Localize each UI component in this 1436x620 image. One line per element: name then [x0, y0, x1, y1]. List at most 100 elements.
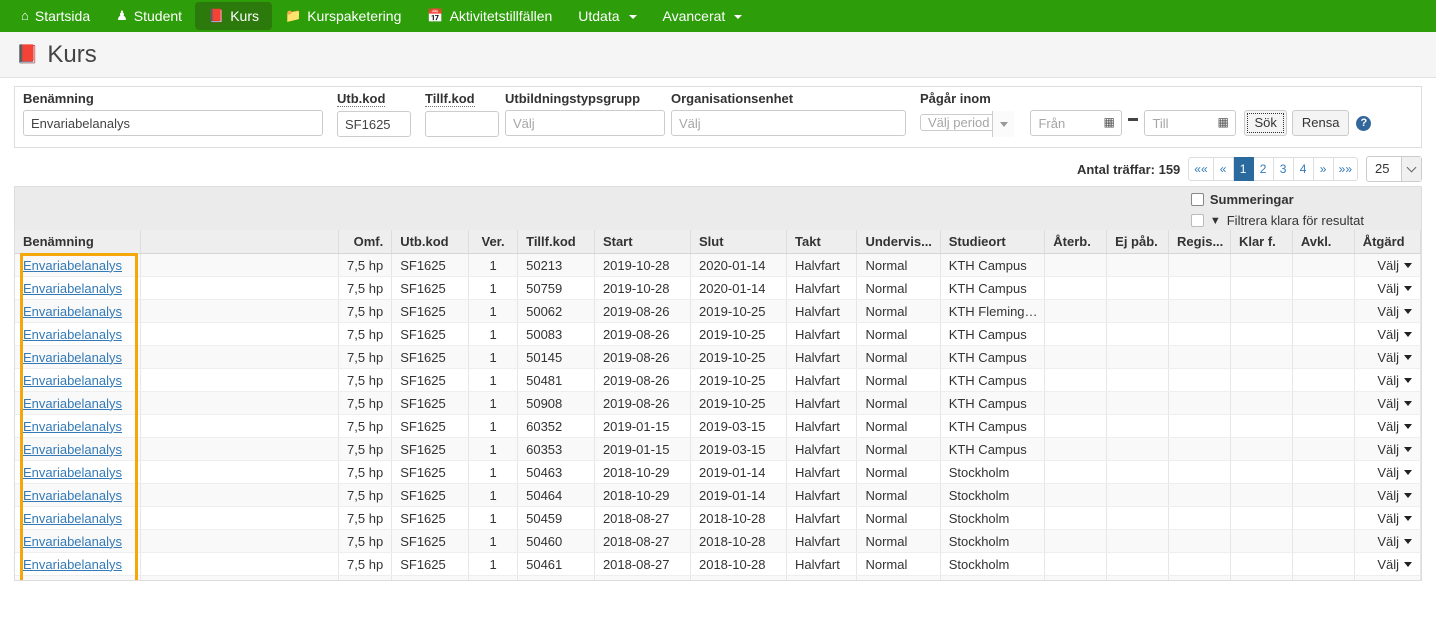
column-header-aterb[interactable]: Återb. [1045, 230, 1107, 254]
cell-atgard[interactable]: Välj [1354, 415, 1420, 438]
date-from-field[interactable]: ▦ [1030, 110, 1122, 136]
course-link[interactable]: Envariabelanalys [23, 373, 122, 388]
cell-atgard[interactable]: Välj [1354, 277, 1420, 300]
period-select[interactable]: Välj period [920, 111, 1014, 135]
nav-item-avancerat[interactable]: Avancerat [650, 0, 756, 32]
utbildningstypsgrupp-input[interactable] [505, 110, 665, 136]
page-button-2[interactable]: 2 [1254, 157, 1274, 181]
table-row[interactable]: Envariabelanalys7,5 hpSF16251509082019-0… [15, 392, 1421, 415]
column-header-avkl[interactable]: Avkl. [1292, 230, 1354, 254]
table-row[interactable]: Envariabelanalys7,5 hpSF16251504622018-0… [15, 576, 1421, 582]
summeringar-checkbox[interactable] [1191, 193, 1204, 206]
filtrera-checkbox[interactable] [1191, 214, 1204, 227]
page-button-1[interactable]: 1 [1234, 157, 1254, 181]
table-row[interactable]: Envariabelanalys7,5 hpSF16251504602018-0… [15, 530, 1421, 553]
table-row[interactable]: Envariabelanalys7,5 hpSF16251501452019-0… [15, 346, 1421, 369]
course-link[interactable]: Envariabelanalys [23, 396, 122, 411]
table-row[interactable]: Envariabelanalys7,5 hpSF16251504642018-1… [15, 484, 1421, 507]
column-header-atgard[interactable]: Åtgärd [1354, 230, 1420, 254]
help-icon[interactable]: ? [1356, 116, 1371, 131]
tillf-kod-input[interactable] [425, 111, 499, 137]
table-row[interactable]: Envariabelanalys7,5 hpSF16251502132019-1… [15, 254, 1421, 277]
cell-atgard[interactable]: Välj [1354, 553, 1420, 576]
cell-atgard[interactable]: Välj [1354, 323, 1420, 346]
page-button-4[interactable]: 4 [1294, 157, 1314, 181]
column-header-benamning[interactable]: Benämning [15, 230, 141, 254]
page-button-prevprev[interactable]: «« [1188, 157, 1213, 181]
cell-atgard[interactable]: Välj [1354, 254, 1420, 277]
page-button-next[interactable]: » [1314, 157, 1334, 181]
column-header-regis[interactable]: Regis... [1169, 230, 1231, 254]
summeringar-option[interactable]: Summeringar [1191, 190, 1364, 209]
cell-start: 2018-10-29 [594, 461, 690, 484]
cell-ver: 1 [469, 507, 518, 530]
search-button[interactable]: Sök [1244, 110, 1286, 136]
table-row[interactable]: Envariabelanalys7,5 hpSF16251500832019-0… [15, 323, 1421, 346]
course-link[interactable]: Envariabelanalys [23, 304, 122, 319]
calendar-icon[interactable]: ▦ [1217, 115, 1230, 129]
nav-item-kurspaketering[interactable]: 📁Kurspaketering [272, 0, 414, 32]
nav-item-utdata[interactable]: Utdata [565, 0, 649, 32]
column-header-start[interactable]: Start [594, 230, 690, 254]
page-button-nextnext[interactable]: »» [1334, 157, 1358, 181]
cell-atgard[interactable]: Välj [1354, 461, 1420, 484]
nav-item-kurs[interactable]: 📕Kurs [195, 2, 272, 30]
course-link[interactable]: Envariabelanalys [23, 281, 122, 296]
filtrera-option[interactable]: ▼ Filtrera klara för resultat [1191, 211, 1364, 230]
column-header-tillfkod[interactable]: Tillf.kod [518, 230, 595, 254]
cell-atgard[interactable]: Välj [1354, 369, 1420, 392]
cell-atgard[interactable]: Välj [1354, 300, 1420, 323]
cell-atgard[interactable]: Välj [1354, 346, 1420, 369]
course-link[interactable]: Envariabelanalys [23, 488, 122, 503]
calendar-icon[interactable]: ▦ [1103, 115, 1116, 129]
date-to-field[interactable]: ▦ [1144, 110, 1236, 136]
cell-undervis: Normal [857, 415, 940, 438]
cell-benamning: Envariabelanalys [15, 461, 141, 484]
column-header-ejpab[interactable]: Ej påb. [1107, 230, 1169, 254]
course-link[interactable]: Envariabelanalys [23, 327, 122, 342]
table-row[interactable]: Envariabelanalys7,5 hpSF16251500622019-0… [15, 300, 1421, 323]
column-header-slut[interactable]: Slut [690, 230, 786, 254]
table-row[interactable]: Envariabelanalys7,5 hpSF16251504812019-0… [15, 369, 1421, 392]
column-header-ver[interactable]: Ver. [469, 230, 518, 254]
cell-klarf [1230, 576, 1292, 582]
organisationsenhet-input[interactable] [671, 110, 906, 136]
course-link[interactable]: Envariabelanalys [23, 258, 122, 273]
column-header-undervis[interactable]: Undervis... [857, 230, 940, 254]
cell-atgard[interactable]: Välj [1354, 438, 1420, 461]
clear-button[interactable]: Rensa [1292, 110, 1350, 136]
column-header-studieort[interactable]: Studieort [940, 230, 1045, 254]
table-row[interactable]: Envariabelanalys7,5 hpSF16251504592018-0… [15, 507, 1421, 530]
course-link[interactable]: Envariabelanalys [23, 465, 122, 480]
table-row[interactable]: Envariabelanalys7,5 hpSF16251504632018-1… [15, 461, 1421, 484]
course-link[interactable]: Envariabelanalys [23, 580, 122, 582]
cell-atgard[interactable]: Välj [1354, 392, 1420, 415]
cell-atgard[interactable]: Välj [1354, 507, 1420, 530]
utb-kod-input[interactable] [337, 111, 411, 137]
table-row[interactable]: Envariabelanalys7,5 hpSF16251603532019-0… [15, 438, 1421, 461]
course-link[interactable]: Envariabelanalys [23, 557, 122, 572]
page-button-prev[interactable]: « [1214, 157, 1234, 181]
course-link[interactable]: Envariabelanalys [23, 511, 122, 526]
column-header-takt[interactable]: Takt [787, 230, 857, 254]
column-header-spacer[interactable] [141, 230, 338, 254]
column-header-omf[interactable]: Omf. [338, 230, 391, 254]
nav-item-student[interactable]: ♟Student [103, 0, 195, 32]
cell-atgard[interactable]: Välj [1354, 484, 1420, 507]
table-row[interactable]: Envariabelanalys7,5 hpSF16251507592019-1… [15, 277, 1421, 300]
column-header-klarf[interactable]: Klar f. [1230, 230, 1292, 254]
column-header-utbkod[interactable]: Utb.kod [392, 230, 469, 254]
nav-item-startsida[interactable]: ⌂Startsida [8, 0, 103, 32]
cell-atgard[interactable]: Välj [1354, 530, 1420, 553]
course-link[interactable]: Envariabelanalys [23, 442, 122, 457]
course-link[interactable]: Envariabelanalys [23, 534, 122, 549]
cell-atgard[interactable]: Välj [1354, 576, 1420, 582]
course-link[interactable]: Envariabelanalys [23, 350, 122, 365]
page-size-select[interactable]: 25 [1366, 156, 1422, 182]
course-link[interactable]: Envariabelanalys [23, 419, 122, 434]
table-row[interactable]: Envariabelanalys7,5 hpSF16251603522019-0… [15, 415, 1421, 438]
page-button-3[interactable]: 3 [1274, 157, 1294, 181]
benamning-input[interactable] [23, 110, 323, 136]
table-row[interactable]: Envariabelanalys7,5 hpSF16251504612018-0… [15, 553, 1421, 576]
nav-item-aktivitetstillf-llen[interactable]: 📅Aktivitetstillfällen [414, 0, 565, 32]
